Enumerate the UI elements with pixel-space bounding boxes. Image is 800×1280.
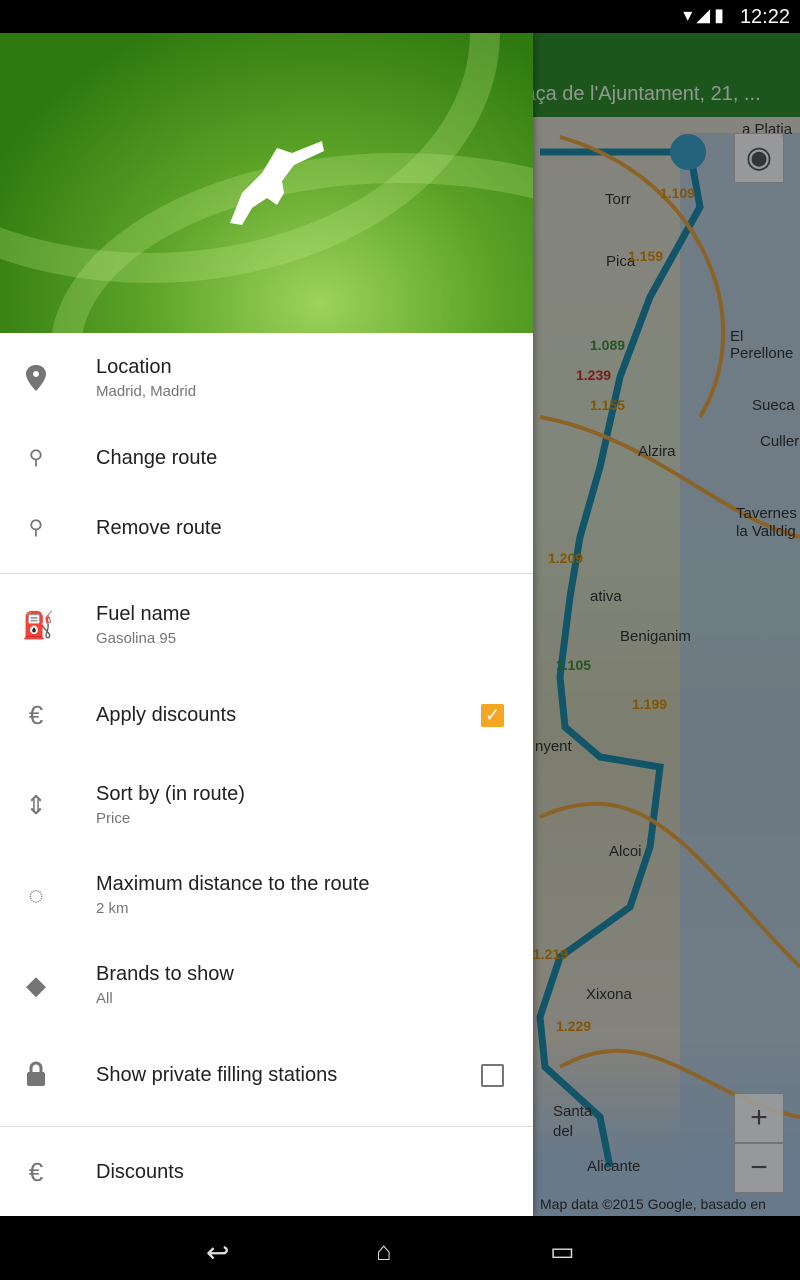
map-pin-icon xyxy=(22,364,50,392)
item-title: Maximum distance to the route xyxy=(96,873,370,895)
drawer-item-location[interactable]: Location Madrid, Madrid xyxy=(0,333,533,423)
navigation-drawer: Location Madrid, Madrid ⚲ Change route ⚲ … xyxy=(0,33,533,1218)
drawer-item-discounts[interactable]: € Discounts xyxy=(0,1127,533,1217)
clock: 12:22 xyxy=(739,6,790,28)
back-icon[interactable]: ↩ xyxy=(206,1236,229,1269)
drawer-item-remove-route[interactable]: ⚲ Remove route xyxy=(0,493,533,563)
divider xyxy=(0,573,533,574)
item-subtitle: All xyxy=(96,990,113,1007)
item-subtitle: Price xyxy=(96,810,131,827)
item-title: Remove route xyxy=(96,516,222,539)
radius-icon: ◌ xyxy=(28,880,44,910)
euro-icon: € xyxy=(28,700,44,730)
item-title: Fuel name xyxy=(96,603,191,625)
item-title: Show private filling stations xyxy=(96,1063,338,1086)
recents-icon[interactable]: ▭ xyxy=(550,1236,575,1267)
drawer-item-fuel-name[interactable]: ⛽ Fuel name Gasolina 95 xyxy=(0,580,533,670)
route-edit-icon: ⚲ xyxy=(28,447,44,469)
item-subtitle: 2 km xyxy=(96,900,129,917)
home-icon[interactable]: ⌂ xyxy=(376,1236,392,1267)
tag-icon: ◆ xyxy=(26,970,46,1000)
drawer-item-sort-by[interactable]: ⇕ Sort by (in route) Price xyxy=(0,760,533,850)
drawer-item-brands[interactable]: ◆ Brands to show All xyxy=(0,940,533,1030)
lock-icon xyxy=(22,1061,50,1089)
drawer-item-private-stations[interactable]: Show private filling stations xyxy=(0,1030,533,1120)
drawer-item-apply-discounts[interactable]: € Apply discounts ✓ xyxy=(0,670,533,760)
item-title: Apply discounts xyxy=(96,703,237,726)
item-title: Discounts xyxy=(96,1160,184,1183)
item-title: Brands to show xyxy=(96,963,234,985)
fuel-pump-icon: ⛽ xyxy=(22,610,55,640)
drawer-item-max-distance[interactable]: ◌ Maximum distance to the route 2 km xyxy=(0,850,533,940)
status-bar: ▾◢▮ 12:22 xyxy=(0,0,800,33)
status-icons: ▾◢▮ xyxy=(683,5,728,25)
private-stations-checkbox[interactable] xyxy=(481,1063,504,1087)
item-title: Location xyxy=(96,356,172,378)
apply-discounts-checkbox[interactable]: ✓ xyxy=(481,703,504,727)
item-title: Sort by (in route) xyxy=(96,783,245,805)
drawer-item-change-route[interactable]: ⚲ Change route xyxy=(0,423,533,493)
item-subtitle: Gasolina 95 xyxy=(96,630,177,647)
euro-icon: € xyxy=(28,1157,44,1187)
sort-icon: ⇕ xyxy=(25,790,47,820)
route-remove-icon: ⚲ xyxy=(28,517,44,539)
item-subtitle: Madrid, Madrid xyxy=(96,383,197,400)
item-title: Change route xyxy=(96,446,218,469)
navigation-bar: ↩ ⌂ ▭ xyxy=(0,1216,800,1280)
fuel-nozzle-icon xyxy=(230,141,324,225)
drawer-header xyxy=(0,33,533,333)
